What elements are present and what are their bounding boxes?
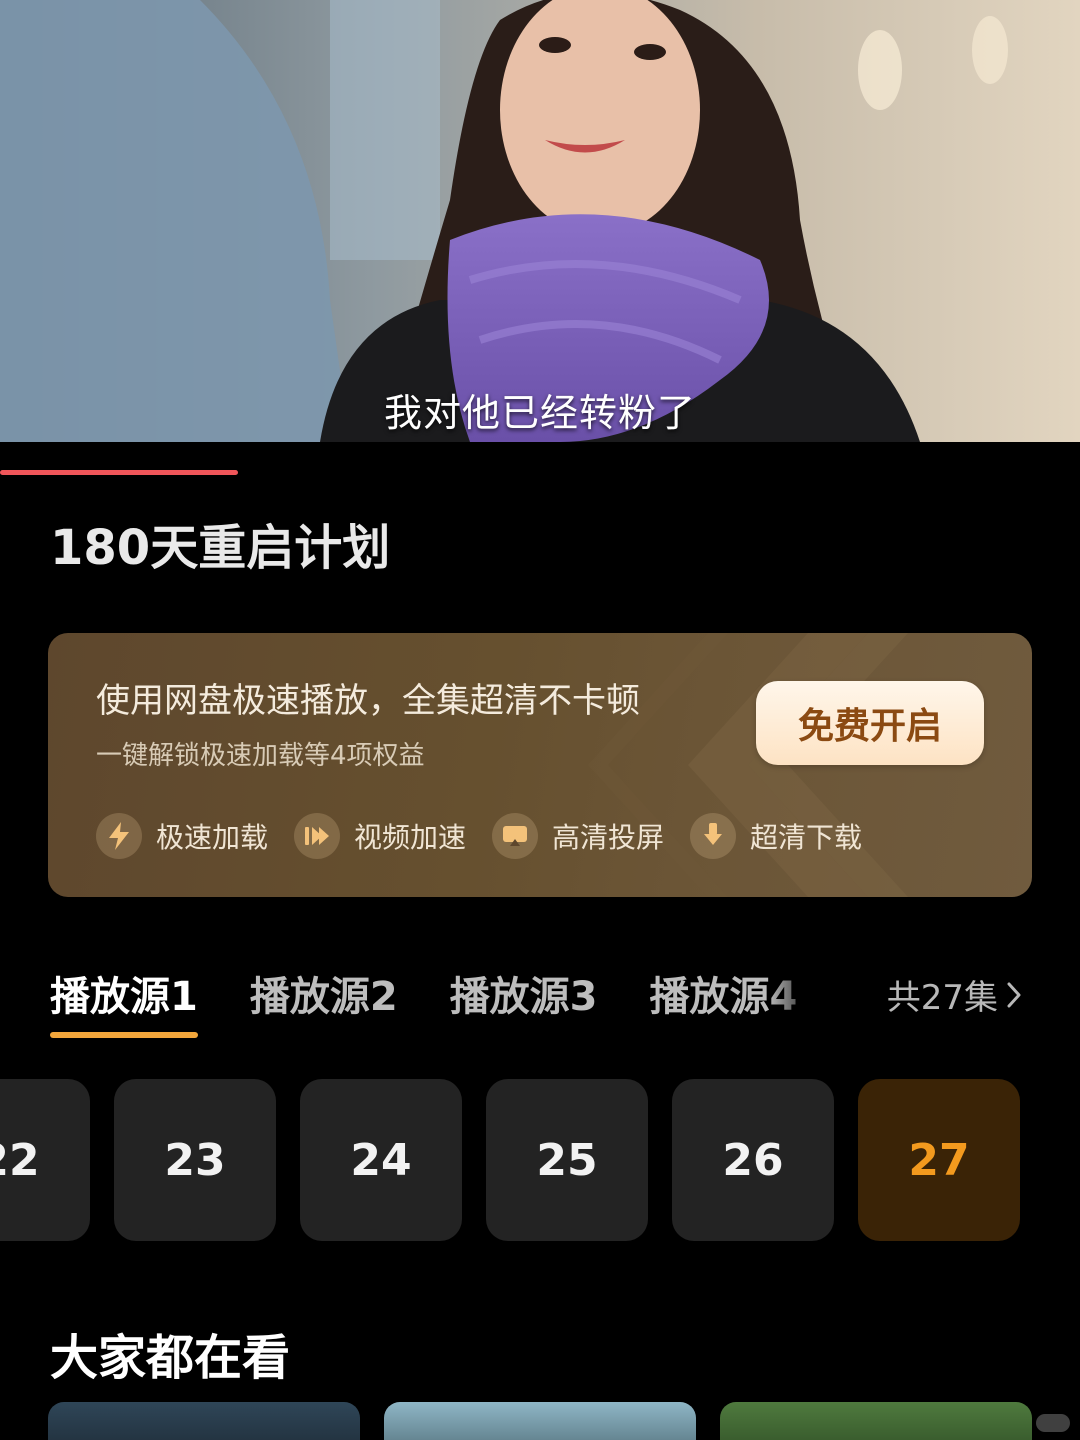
download-icon — [690, 813, 737, 859]
recommend-thumbnail[interactable] — [48, 1402, 360, 1440]
recommend-thumbnail[interactable] — [720, 1402, 1032, 1440]
episode-button[interactable]: 26 — [672, 1079, 834, 1241]
promo-headline: 使用网盘极速播放，全集超清不卡顿 — [96, 681, 640, 721]
netdisk-promo-card[interactable]: 使用网盘极速播放，全集超清不卡顿 一键解锁极速加载等4项权益 免费开启 极速加载… — [48, 633, 1032, 897]
tab-source-4[interactable]: 播放源4 — [650, 964, 798, 1032]
video-frame — [0, 0, 1080, 442]
episode-button-current[interactable]: 27 — [858, 1079, 1020, 1241]
tab-source-2[interactable]: 播放源2 — [250, 964, 398, 1032]
watermark-badge — [1036, 1414, 1070, 1432]
promo-perks: 极速加载 视频加速 高清投屏 超清下载 — [96, 813, 888, 859]
perk-label: 高清投屏 — [552, 821, 665, 854]
episode-count-label: 共27集 — [886, 978, 998, 1018]
lightning-icon — [96, 813, 142, 859]
video-subtitle: 我对他已经转粉了 — [383, 391, 696, 435]
perk-label: 视频加速 — [354, 821, 467, 854]
episode-button[interactable]: 25 — [486, 1079, 648, 1241]
chevron-right-icon — [1007, 982, 1021, 1007]
episode-button[interactable]: 22 — [0, 1079, 90, 1241]
episode-count-link[interactable]: 共27集 — [887, 970, 1022, 1019]
tab-source-3[interactable]: 播放源3 — [450, 964, 598, 1032]
fast-forward-icon — [294, 813, 341, 859]
playback-progress-bar[interactable] — [0, 470, 1080, 475]
playback-progress-fill — [0, 470, 238, 475]
tab-source-1[interactable]: 播放源1 — [50, 964, 198, 1038]
free-enable-button[interactable]: 免费开启 — [756, 681, 984, 765]
source-tabs: 播放源1 播放源2 播放源3 播放源4 — [50, 964, 849, 1038]
video-detail-page: 我对他已经转粉了 180天重启计划 使用网盘极速播放，全集超清不卡顿 一键解锁极… — [0, 0, 1080, 1440]
episode-list: 22 23 24 25 26 27 — [0, 1079, 1080, 1241]
perk-label: 极速加载 — [156, 821, 269, 854]
show-title: 180天重启计划 — [50, 520, 391, 576]
recommend-thumbnail[interactable] — [384, 1402, 696, 1440]
perk-label: 超清下载 — [750, 821, 863, 854]
episode-button[interactable]: 24 — [300, 1079, 462, 1241]
episode-button[interactable]: 23 — [114, 1079, 276, 1241]
perk-hd-cast: 高清投屏 — [492, 813, 664, 859]
video-player[interactable]: 我对他已经转粉了 — [0, 0, 1080, 442]
section-title-recommend: 大家都在看 — [50, 1330, 291, 1386]
promo-subline: 一键解锁极速加载等4项权益 — [96, 741, 425, 771]
perk-video-speedup: 视频加速 — [294, 813, 466, 859]
perk-hd-download: 超清下载 — [690, 813, 862, 859]
perk-fast-loading: 极速加载 — [96, 813, 268, 859]
cast-screen-icon — [492, 813, 539, 859]
